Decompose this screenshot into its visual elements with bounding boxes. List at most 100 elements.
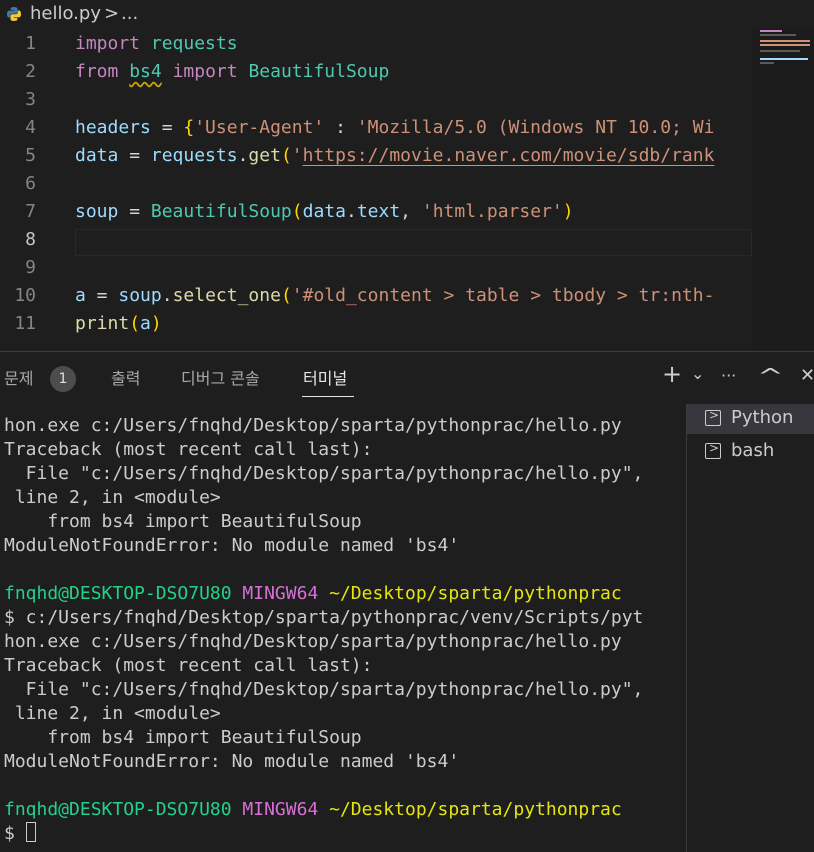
terminal-line: hon.exe c:/Users/fnqhd/Desktop/sparta/py… [4,631,622,652]
string: 'User-Agent' [194,117,325,138]
string: '#old_content > table > tbody > tr:nth- [291,285,715,306]
terminal-line: line 2, in <module> [4,703,221,724]
dot: . [237,145,249,166]
terminal-item-python[interactable]: > Python [687,404,814,434]
line-number: 10 [14,285,36,306]
code-line-7[interactable]: 7 soup = BeautifulSoup(data.text, 'html.… [0,198,752,226]
brace: { [183,117,195,138]
string-quote: ' [291,145,303,166]
code-editor[interactable]: 1 import requests 2 from bs4 import Beau… [0,30,814,351]
variable: a [75,285,86,306]
terminal-item-bash[interactable]: > bash [687,437,814,467]
terminal-input-line[interactable]: $ [4,822,36,846]
terminal-line: from bs4 import BeautifulSoup [4,727,362,748]
terminal-output[interactable]: hon.exe c:/Users/fnqhd/Desktop/sparta/py… [0,404,686,852]
class-name: BeautifulSoup [150,201,292,222]
line-number: 9 [25,257,36,278]
module-name: requests [150,33,238,54]
line-number: 3 [25,89,36,110]
terminal-line: $ c:/Users/fnqhd/Desktop/sparta/pythonpr… [4,607,644,628]
terminal-line: Traceback (most recent call last): [4,655,373,676]
code-line-9[interactable]: 9 [0,254,752,282]
code-line-5[interactable]: 5 data = requests.get('https://movie.nav… [0,142,752,170]
paren: ( [129,313,141,334]
paren: ( [291,201,303,222]
code-line-2[interactable]: 2 from bs4 import BeautifulSoup [0,58,752,86]
object: soup [118,285,162,306]
variable: data [75,145,119,166]
problems-count-badge: 1 [50,366,76,392]
paren: ) [150,313,162,334]
prompt-host: MINGW64 [242,799,319,820]
terminal-line: ModuleNotFoundError: No module named 'bs… [4,751,460,772]
line-number: 6 [25,173,36,194]
keyword: import [172,61,238,82]
breadcrumb-symbols[interactable]: ... [121,3,138,24]
code-line-11[interactable]: 11 print(a) [0,310,752,338]
terminal-prompt: fnqhd@DESKTOP-DSO7U80 MINGW64 ~/Desktop/… [4,582,622,606]
terminal-line: hon.exe c:/Users/fnqhd/Desktop/sparta/py… [4,415,622,436]
tab-debug-console[interactable]: 디버그 콘솔 [181,365,260,389]
line-number: 5 [25,145,36,166]
chevron-down-icon[interactable]: ⌄ [691,364,704,383]
comma: , [400,201,422,222]
string: 'html.parser' [421,201,563,222]
paren: ( [280,145,292,166]
tab-problems[interactable]: 문제 [4,365,33,389]
object: requests [150,145,238,166]
terminal-icon: > [705,408,721,426]
more-actions-icon[interactable]: ··· [721,366,736,385]
class-name: BeautifulSoup [248,61,390,82]
tab-output[interactable]: 출력 [111,365,140,389]
python-file-icon [7,7,21,21]
function: select_one [172,285,281,306]
line-number-active: 8 [25,229,36,250]
operator: = [118,201,151,222]
prompt-user: fnqhd@DESKTOP-DSO7U80 [4,799,232,820]
paren: ( [280,285,292,306]
breadcrumb-file[interactable]: hello.py [30,3,101,24]
new-terminal-plus-icon[interactable]: + [662,360,682,388]
attribute: text [356,201,401,222]
keyword: from [75,61,119,82]
prompt-path: ~/Desktop/sparta/pythonprac [329,583,622,604]
dot: . [345,201,357,222]
dot: . [161,285,173,306]
module-name-error[interactable]: bs4 [129,61,162,82]
terminal-list: > Python > bash [686,404,814,852]
variable: soup [75,201,119,222]
close-panel-icon[interactable]: ✕ [800,365,814,386]
paren: ) [562,201,574,222]
keyword: import [75,33,141,54]
terminal-item-label: bash [731,440,775,461]
code-line-8[interactable]: 8 [0,226,752,254]
operator: = [150,117,184,138]
tab-terminal[interactable]: 터미널 [303,365,347,389]
minimap[interactable] [752,28,814,350]
operator: = [85,285,119,306]
code-line-3[interactable]: 3 [0,86,752,114]
code-line-10[interactable]: 10 a = soup.select_one('#old_content > t… [0,282,752,310]
variable: data [302,201,346,222]
function: print [75,313,130,334]
terminal-icon: > [705,441,721,459]
panel-tab-bar: 문제 1 출력 디버그 콘솔 터미널 + ⌄ ··· ^ ✕ [0,352,814,400]
code-line-1[interactable]: 1 import requests [0,30,752,58]
terminal-line: File "c:/Users/fnqhd/Desktop/sparta/pyth… [4,463,644,484]
code-line-6[interactable]: 6 [0,170,752,198]
terminal-line: ModuleNotFoundError: No module named 'bs… [4,535,460,556]
prompt-host: MINGW64 [242,583,319,604]
line-number: 4 [25,117,36,138]
variable: a [140,313,151,334]
function: get [248,145,281,166]
code-line-4[interactable]: 4 headers = {'User-Agent' : 'Mozilla/5.0… [0,114,752,142]
breadcrumb: hello.py > ... [0,0,814,28]
terminal-prompt: fnqhd@DESKTOP-DSO7U80 MINGW64 ~/Desktop/… [4,798,622,822]
url-link[interactable]: https://movie.naver.com/movie/sdb/rank [303,145,715,166]
line-number: 7 [25,201,36,222]
terminal-line: File "c:/Users/fnqhd/Desktop/sparta/pyth… [4,679,644,700]
maximize-panel-icon[interactable]: ^ [757,364,784,388]
line-number: 2 [25,61,36,82]
terminal-line: from bs4 import BeautifulSoup [4,511,362,532]
prompt-symbol: $ [4,823,26,844]
